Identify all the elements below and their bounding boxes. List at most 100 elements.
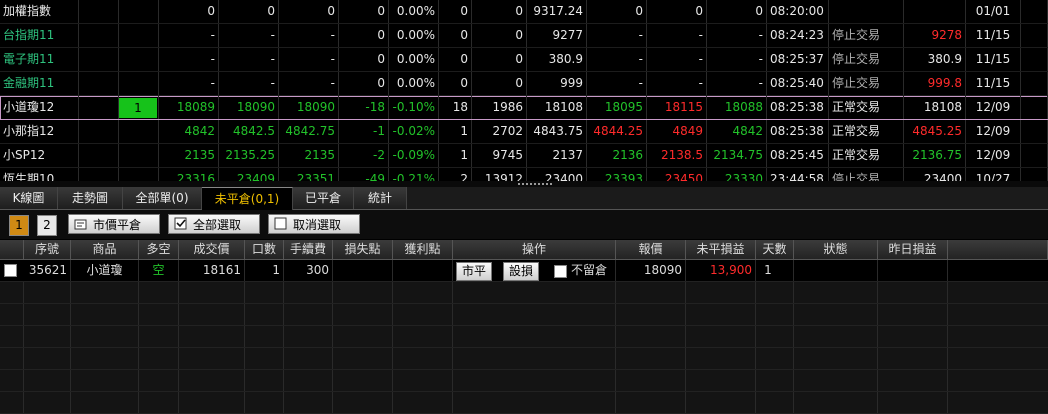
page-1-button[interactable]: 1 — [9, 215, 29, 236]
quote-empty-cell — [119, 120, 159, 143]
grid-header-cell[interactable]: 損失點 — [333, 240, 393, 259]
quote-cell: 18095 — [587, 96, 647, 119]
quote-cell: 18090 — [616, 260, 686, 281]
empty-cell — [453, 326, 616, 347]
market-close-row-button[interactable]: 市平 — [456, 262, 493, 281]
quote-cell: 0 — [339, 0, 389, 23]
quote-cell: 380.9 — [527, 48, 587, 71]
empty-cell — [333, 392, 393, 413]
empty-cell — [794, 282, 878, 303]
empty-cell — [245, 326, 284, 347]
quote-cell: 9278 — [904, 24, 966, 47]
row-select-checkbox[interactable] — [4, 264, 17, 277]
empty-cell — [71, 326, 139, 347]
set-stop-loss-button[interactable]: 設損 — [503, 262, 540, 281]
empty-cell — [24, 304, 71, 325]
empty-cell — [284, 392, 333, 413]
quote-cell: 08:25:45 — [767, 144, 829, 167]
deselect-button[interactable]: 取消選取 — [268, 214, 360, 234]
quote-name: 小那指12 — [0, 120, 79, 143]
quote-cell: - — [159, 48, 219, 71]
take-profit-cell[interactable] — [393, 260, 453, 281]
quote-cell: -18 — [339, 96, 389, 119]
grid-header-cell[interactable]: 商品 — [71, 240, 139, 259]
grid-header-cell[interactable]: 手續費 — [284, 240, 333, 259]
market-close-button[interactable]: 市價平倉 — [68, 214, 160, 234]
grid-header-cell[interactable] — [0, 240, 24, 259]
grid-header: 序號 商品 多空 成交價 口數 手續費 損失點 獲利點 操作 報價 未平損益 天數 狀態 昨日損益 — [0, 240, 1048, 260]
grid-header-cell[interactable]: 獲利點 — [393, 240, 453, 259]
quote-name: 電子期11 — [0, 48, 79, 71]
empty-cell — [71, 304, 139, 325]
quote-cell: 23450 — [647, 168, 707, 181]
empty-cell — [453, 392, 616, 413]
quote-empty-cell — [119, 144, 159, 167]
quote-cell: 23393 — [587, 168, 647, 181]
empty-row — [0, 370, 1048, 392]
quote-cell: 2135 — [159, 144, 219, 167]
quote-cell: - — [219, 48, 279, 71]
grid-header-cell[interactable]: 昨日損益 — [878, 240, 948, 259]
quote-row[interactable]: 小道瓊12 1 18089 18090 18090 -18 -0.10% 18 1986 1810… — [0, 96, 1048, 120]
grid-header-cell[interactable]: 多空 — [139, 240, 179, 259]
empty-cell — [71, 370, 139, 391]
grid-header-cell[interactable]: 操作 — [453, 240, 616, 259]
tab-statistics[interactable]: 統計 — [354, 187, 407, 209]
tab-all-orders[interactable]: 全部單(0) — [123, 187, 202, 209]
quote-cell: 12/09 — [966, 144, 1021, 167]
quote-row[interactable]: 恆生期10 23316 23409 23351 -49 -0.21% 2 13912 23400… — [0, 168, 1048, 181]
quote-cell: - — [159, 24, 219, 47]
empty-cell — [393, 326, 453, 347]
empty-row — [0, 348, 1048, 370]
quote-row[interactable]: 電子期11- - -0 0.00% 0 0 380.9- - -08:25:37 停止交易 380.… — [0, 48, 1048, 72]
stop-loss-cell[interactable] — [333, 260, 393, 281]
tab-closed-positions[interactable]: 已平倉 — [293, 187, 354, 209]
empty-cell — [393, 370, 453, 391]
quote-cell: 1 — [439, 144, 472, 167]
tab-open-positions[interactable]: 未平倉(0,1) — [202, 187, 293, 210]
grid-header-cell[interactable]: 天數 — [756, 240, 794, 259]
quote-cell: 0 — [439, 72, 472, 95]
quote-row[interactable]: 加權指數 0 0 0 0 0.00% 0 0 9317.24 0 0 0 08:20:00 01/01 — [0, 0, 1048, 24]
empty-cell — [794, 304, 878, 325]
empty-cell — [686, 326, 756, 347]
empty-cell — [333, 282, 393, 303]
grid-header-filler — [948, 240, 1048, 259]
page-2-button[interactable]: 2 — [37, 215, 57, 236]
empty-cell — [0, 326, 24, 347]
quote-cell: 正常交易 — [829, 96, 904, 119]
quote-row[interactable]: 小SP12 2135 2135.25 2135 -2 -0.09% 1 9745 2137 213… — [0, 144, 1048, 168]
pnl-cell: 13,900 — [686, 260, 756, 281]
quote-empty-cell — [79, 72, 119, 95]
quote-row[interactable]: 小那指12 4842 4842.5 4842.75 -1 -0.02% 1 2702 4843.… — [0, 120, 1048, 144]
quote-row[interactable]: 金融期11- - -0 0.00% 0 0 999- - -08:25:40 停止交易 999.8 1… — [0, 72, 1048, 96]
empty-cell — [139, 282, 179, 303]
quote-cell: 23400 — [904, 168, 966, 181]
quote-empty-cell — [79, 24, 119, 47]
quote-cell: 0 — [439, 48, 472, 71]
select-all-button[interactable]: 全部選取 — [168, 214, 260, 234]
empty-cell — [616, 282, 686, 303]
quote-empty-cell — [79, 48, 119, 71]
quote-cell: 999.8 — [904, 72, 966, 95]
position-row[interactable]: 35621 小道瓊 空 18161 1 300 市平 設損 不留倉 18090 … — [0, 260, 1048, 282]
grid-header-cell[interactable]: 序號 — [24, 240, 71, 259]
quote-cell: - — [587, 24, 647, 47]
grid-header-cell[interactable]: 口數 — [245, 240, 284, 259]
quote-cell: 13912 — [472, 168, 527, 181]
position-badge[interactable]: 1 — [119, 98, 157, 118]
quote-row[interactable]: 台指期11- - -0 0.00% 0 0 9277- - -08:24:23 停止交易 9278 1… — [0, 24, 1048, 48]
quote-cell: -0.10% — [389, 96, 439, 119]
fee-cell: 300 — [284, 260, 333, 281]
tab-kline[interactable]: K線圖 — [0, 187, 58, 209]
grid-header-cell[interactable]: 成交價 — [179, 240, 245, 259]
quote-cell: 1 — [439, 120, 472, 143]
no-overnight-checkbox[interactable] — [554, 265, 567, 278]
quote-cell: 23330 — [707, 168, 767, 181]
tab-trend[interactable]: 走勢圖 — [58, 187, 123, 209]
empty-cell — [71, 348, 139, 369]
grid-header-cell[interactable]: 未平損益 — [686, 240, 756, 259]
side-cell: 空 — [139, 260, 179, 281]
grid-header-cell[interactable]: 狀態 — [794, 240, 878, 259]
grid-header-cell[interactable]: 報價 — [616, 240, 686, 259]
